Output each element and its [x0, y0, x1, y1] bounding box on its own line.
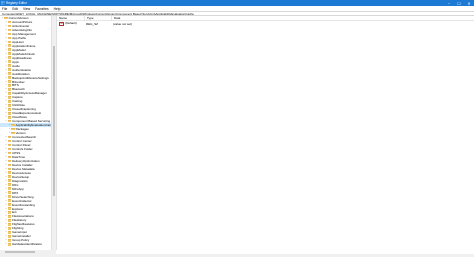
menu-view[interactable]: View: [23, 7, 30, 11]
folder-icon: [7, 223, 12, 226]
folder-icon: [7, 28, 12, 32]
folder-icon: [7, 84, 12, 87]
menu-favorites[interactable]: Favorites: [35, 7, 49, 11]
values-pane: Name Type Data ab (Default) REG_SZ (value…: [57, 16, 474, 250]
ab-string-icon: ab: [59, 21, 65, 27]
folder-icon: [7, 215, 12, 218]
folder-icon: [7, 100, 12, 103]
folder-icon: [7, 107, 12, 111]
folder-icon: [7, 175, 12, 179]
folder-icon: [7, 135, 12, 139]
folder-icon: [7, 231, 12, 234]
folder-icon: [7, 238, 12, 242]
folder-icon: [7, 20, 12, 24]
folder-icon: [7, 242, 12, 246]
folder-icon: [7, 92, 12, 95]
folder-icon: [7, 52, 12, 55]
folder-icon: [7, 139, 12, 143]
folder-icon: [7, 171, 12, 175]
folder-icon: [7, 68, 12, 71]
folder-icon: [7, 96, 12, 99]
folder-icon: [7, 44, 12, 48]
folder-icon: [7, 219, 12, 222]
folder-icon: [7, 155, 12, 159]
key-tree[interactable]: ⌄ CurrentVersion › AccountPicture › ActionCen…: [0, 16, 52, 250]
folder-icon: [7, 119, 12, 123]
menu-help[interactable]: Help: [54, 7, 61, 11]
folder-icon: [7, 32, 12, 36]
folder-icon: [7, 72, 12, 75]
folder-icon: [7, 40, 12, 44]
folder-icon: [7, 147, 12, 151]
column-data-header[interactable]: Data: [111, 16, 474, 20]
folder-icon: [7, 60, 12, 63]
menu-file[interactable]: File: [2, 7, 7, 11]
folder-icon: [7, 195, 12, 198]
folder-icon: [7, 163, 12, 167]
folder-icon: [4, 16, 8, 20]
folder-icon: [7, 167, 12, 171]
folder-icon: [7, 80, 12, 83]
folder-icon: [7, 199, 12, 202]
value-type: REG_SZ: [86, 21, 99, 26]
value-row[interactable]: ab (Default) REG_SZ (value not set): [57, 21, 474, 27]
value-data: (value not set): [113, 21, 133, 26]
folder-icon: [7, 203, 12, 206]
column-type-header[interactable]: Type: [84, 16, 111, 20]
value-name: (Default): [65, 20, 77, 25]
tree-scroll-thumb[interactable]: [52, 46, 56, 196]
folder-icon: [7, 207, 12, 210]
tree-hscroll-thumb[interactable]: [5, 250, 35, 254]
registry-editor-icon: [1, 1, 5, 5]
tree-item-label: HardwareIdentification: [12, 242, 42, 247]
folder-icon: [7, 64, 12, 67]
folder-icon: [7, 88, 12, 91]
folder-icon: [7, 227, 12, 230]
value-name-cell: ab (Default): [57, 21, 84, 27]
window-title: Registry Editor: [6, 1, 27, 5]
folder-icon: [7, 56, 12, 59]
tree-item[interactable]: › HardwareIdentification: [0, 242, 51, 246]
folder-icon: [11, 131, 15, 135]
folder-icon: [7, 111, 12, 115]
folder-icon: [7, 183, 12, 186]
folder-icon: [7, 48, 12, 52]
folder-icon: [7, 115, 12, 119]
folder-icon: [7, 159, 12, 163]
folder-icon: [7, 191, 12, 194]
folder-icon: [7, 76, 12, 79]
folder-icon: [7, 211, 12, 214]
folder-icon: [7, 151, 12, 155]
folder-icon: [11, 127, 15, 131]
menu-edit[interactable]: Edit: [12, 7, 18, 11]
column-name-header[interactable]: Name: [57, 16, 84, 20]
folder-icon: [7, 24, 12, 28]
folder-icon: [11, 123, 15, 127]
folder-icon: [7, 187, 12, 190]
folder-icon: [7, 104, 12, 107]
folder-icon: [7, 36, 12, 40]
folder-icon: [7, 234, 12, 238]
folder-icon: [7, 143, 12, 147]
folder-icon: [7, 179, 12, 182]
